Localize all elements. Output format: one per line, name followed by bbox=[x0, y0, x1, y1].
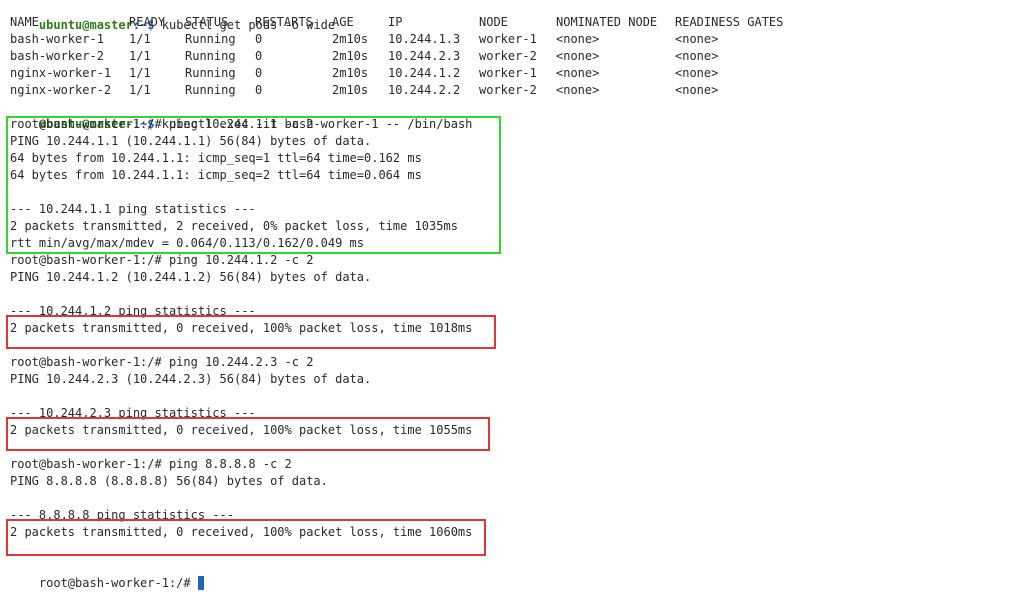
cell-ip: 10.244.2.2 bbox=[388, 83, 461, 97]
cell-ready: 1/1 bbox=[129, 32, 151, 46]
cell-name: bash-worker-1 bbox=[10, 32, 104, 46]
table-row: nginx-worker-1 1/1 Running 0 2m10s 10.24… bbox=[10, 65, 1010, 82]
column-header-status: STATUS bbox=[185, 15, 229, 29]
column-header-ip: IP bbox=[388, 15, 403, 29]
cell-ready: 1/1 bbox=[129, 49, 151, 63]
cell-readiness: <none> bbox=[675, 32, 719, 46]
cell-status: Running bbox=[185, 66, 236, 80]
column-header-name: NAME bbox=[10, 15, 39, 29]
column-header-node: NODE bbox=[479, 15, 508, 29]
cell-nominated: <none> bbox=[556, 32, 600, 46]
column-header-ready: READY bbox=[129, 15, 166, 29]
shell-command-line: root@bash-worker-1:/# ping 10.244.1.1 -c… bbox=[10, 117, 314, 131]
cell-ready: 1/1 bbox=[129, 66, 151, 80]
cell-restarts: 0 bbox=[255, 32, 263, 46]
output-line: 2 packets transmitted, 0 received, 100% … bbox=[10, 525, 473, 539]
shell-command-line: root@bash-worker-1:/# ping 8.8.8.8 -c 2 bbox=[10, 457, 292, 471]
output-line: --- 10.244.1.2 ping statistics --- bbox=[10, 304, 256, 318]
cell-status: Running bbox=[185, 83, 236, 97]
current-prompt-line[interactable]: root@bash-worker-1:/# bbox=[10, 558, 204, 590]
table-row: bash-worker-2 1/1 Running 0 2m10s 10.244… bbox=[10, 48, 1010, 65]
cell-status: Running bbox=[185, 49, 236, 63]
output-line: 2 packets transmitted, 2 received, 0% pa… bbox=[10, 219, 458, 233]
output-line: PING 10.244.1.2 (10.244.1.2) 56(84) byte… bbox=[10, 270, 372, 284]
cell-node: worker-1 bbox=[479, 32, 537, 46]
table-header-row: NAME READY STATUS RESTARTS AGE IP NODE N… bbox=[10, 14, 1010, 31]
cell-ready: 1/1 bbox=[129, 83, 151, 97]
cell-node: worker-1 bbox=[479, 66, 537, 80]
table-row: nginx-worker-2 1/1 Running 0 2m10s 10.24… bbox=[10, 82, 1010, 99]
cell-readiness: <none> bbox=[675, 49, 719, 63]
cell-name: nginx-worker-1 bbox=[10, 66, 112, 80]
cell-age: 2m10s bbox=[332, 83, 369, 97]
cell-ip: 10.244.1.2 bbox=[388, 66, 461, 80]
shell-command-line: root@bash-worker-1:/# ping 10.244.1.2 -c… bbox=[10, 253, 314, 267]
cell-ip: 10.244.1.3 bbox=[388, 32, 461, 46]
cell-age: 2m10s bbox=[332, 32, 369, 46]
output-line: --- 8.8.8.8 ping statistics --- bbox=[10, 508, 234, 522]
table-row: bash-worker-1 1/1 Running 0 2m10s 10.244… bbox=[10, 31, 1010, 48]
cell-node: worker-2 bbox=[479, 83, 537, 97]
output-line: rtt min/avg/max/mdev = 0.064/0.113/0.162… bbox=[10, 236, 365, 250]
output-line: 64 bytes from 10.244.1.1: icmp_seq=1 ttl… bbox=[10, 151, 422, 165]
shell-command-line: root@bash-worker-1:/# ping 10.244.2.3 -c… bbox=[10, 355, 314, 369]
cell-ip: 10.244.2.3 bbox=[388, 49, 461, 63]
output-line: --- 10.244.2.3 ping statistics --- bbox=[10, 406, 256, 420]
cell-readiness: <none> bbox=[675, 83, 719, 97]
column-header-nominated: NOMINATED NODE bbox=[556, 15, 658, 29]
current-prompt: root@bash-worker-1:/# bbox=[38, 576, 198, 590]
cell-age: 2m10s bbox=[332, 66, 369, 80]
cell-nominated: <none> bbox=[556, 49, 600, 63]
cell-status: Running bbox=[185, 32, 236, 46]
output-line: PING 10.244.2.3 (10.244.2.3) 56(84) byte… bbox=[10, 372, 372, 386]
cell-restarts: 0 bbox=[255, 66, 263, 80]
cell-nominated: <none> bbox=[556, 83, 600, 97]
cell-node: worker-2 bbox=[479, 49, 537, 63]
cell-age: 2m10s bbox=[332, 49, 369, 63]
output-line: 64 bytes from 10.244.1.1: icmp_seq=2 ttl… bbox=[10, 168, 422, 182]
column-header-age: AGE bbox=[332, 15, 354, 29]
prompt-line-exec: ubuntu@master:~$ kubectl exec -it bash-w… bbox=[10, 99, 473, 131]
output-line: --- 10.244.1.1 ping statistics --- bbox=[10, 202, 256, 216]
cell-name: nginx-worker-2 bbox=[10, 83, 112, 97]
cell-restarts: 0 bbox=[255, 49, 263, 63]
output-line: PING 8.8.8.8 (8.8.8.8) 56(84) bytes of d… bbox=[10, 474, 328, 488]
cell-readiness: <none> bbox=[675, 66, 719, 80]
cell-nominated: <none> bbox=[556, 66, 600, 80]
output-line: 2 packets transmitted, 0 received, 100% … bbox=[10, 423, 473, 437]
cell-restarts: 0 bbox=[255, 83, 263, 97]
cell-name: bash-worker-2 bbox=[10, 49, 104, 63]
column-header-readiness: READINESS GATES bbox=[675, 15, 784, 29]
text-cursor bbox=[197, 576, 204, 590]
output-line: PING 10.244.1.1 (10.244.1.1) 56(84) byte… bbox=[10, 134, 372, 148]
terminal-window[interactable]: ubuntu@master:~$ kubectl get pods -o wid… bbox=[6, 0, 1015, 590]
column-header-restarts: RESTARTS bbox=[255, 15, 313, 29]
output-line: 2 packets transmitted, 0 received, 100% … bbox=[10, 321, 473, 335]
